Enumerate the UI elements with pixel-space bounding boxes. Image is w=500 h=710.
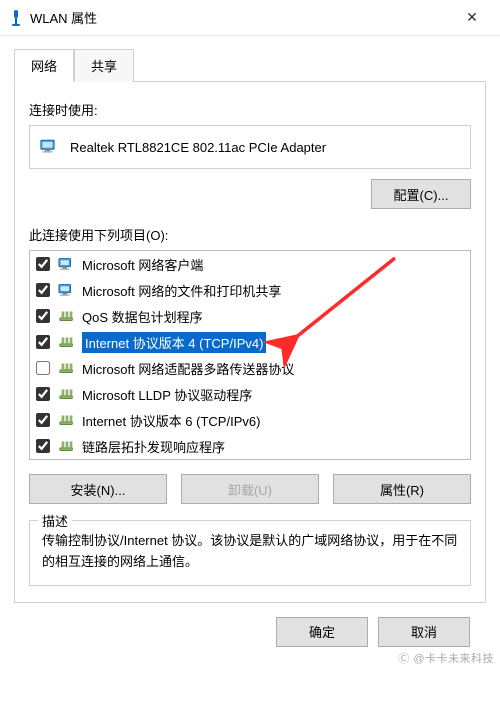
- monitor-icon: [58, 256, 76, 272]
- uninstall-button: 卸载(U): [181, 474, 319, 504]
- connect-using-label: 连接时使用:: [29, 100, 471, 119]
- network-items-listbox[interactable]: Microsoft 网络客户端 Microsoft 网络的文件和打印机共享 QoS …: [29, 250, 471, 460]
- install-button[interactable]: 安装(N)...: [29, 474, 167, 504]
- item-label: Microsoft 网络适配器多路传送器协议: [82, 359, 294, 378]
- list-item[interactable]: Microsoft 网络的文件和打印机共享: [30, 277, 470, 303]
- item-label: Internet 协议版本 4 (TCP/IPv4): [82, 332, 266, 353]
- list-item[interactable]: 链路层拓扑发现响应程序: [30, 433, 470, 459]
- tab-share[interactable]: 共享: [74, 49, 134, 82]
- description-fieldset: 描述 传输控制协议/Internet 协议。该协议是默认的广域网络协议，用于在不…: [29, 520, 471, 586]
- list-item[interactable]: Microsoft 网络适配器多路传送器协议: [30, 355, 470, 381]
- network-plug-icon: [58, 360, 76, 376]
- network-plug-icon: [58, 438, 76, 454]
- dialog-body: 网络 共享 连接时使用: Realtek RTL8821CE 802.11ac …: [0, 36, 500, 647]
- item-checkbox[interactable]: [36, 283, 50, 297]
- app-icon: [8, 8, 24, 28]
- monitor-icon: [58, 282, 76, 298]
- window-close-button[interactable]: ✕: [452, 0, 492, 35]
- adapter-name: Realtek RTL8821CE 802.11ac PCIe Adapter: [70, 140, 326, 155]
- item-checkbox[interactable]: [36, 439, 50, 453]
- item-checkbox[interactable]: [36, 335, 50, 349]
- adapter-box: Realtek RTL8821CE 802.11ac PCIe Adapter: [29, 125, 471, 169]
- item-label: QoS 数据包计划程序: [82, 307, 203, 326]
- item-checkbox[interactable]: [36, 361, 50, 375]
- network-items-scroll[interactable]: Microsoft 网络客户端 Microsoft 网络的文件和打印机共享 QoS …: [30, 251, 470, 459]
- adapter-icon: [40, 137, 60, 158]
- item-checkbox[interactable]: [36, 413, 50, 427]
- tab-panel-network: 连接时使用: Realtek RTL8821CE 802.11ac PCIe A…: [14, 82, 486, 603]
- window-title: WLAN 属性: [30, 8, 452, 27]
- items-list-label: 此连接使用下列项目(O):: [29, 225, 471, 244]
- properties-button[interactable]: 属性(R): [333, 474, 471, 504]
- list-item[interactable]: QoS 数据包计划程序: [30, 303, 470, 329]
- network-plug-icon: [58, 334, 76, 350]
- list-item[interactable]: Microsoft 网络客户端: [30, 251, 470, 277]
- item-label: Internet 协议版本 6 (TCP/IPv6): [82, 411, 260, 430]
- item-checkbox[interactable]: [36, 309, 50, 323]
- configure-button[interactable]: 配置(C)...: [371, 179, 471, 209]
- network-plug-icon: [58, 308, 76, 324]
- title-bar: WLAN 属性 ✕: [0, 0, 500, 36]
- tab-network[interactable]: 网络: [14, 49, 74, 82]
- item-label: Microsoft LLDP 协议驱动程序: [82, 385, 252, 404]
- item-label: 链路层拓扑发现响应程序: [82, 437, 225, 456]
- dialog-footer: 确定 取消: [14, 603, 486, 647]
- network-plug-icon: [58, 412, 76, 428]
- tab-strip: 网络 共享: [14, 48, 486, 82]
- item-checkbox[interactable]: [36, 257, 50, 271]
- description-legend: 描述: [38, 511, 72, 530]
- watermark: Ⓒ @卡卡未来科技: [398, 650, 494, 666]
- list-item[interactable]: Microsoft LLDP 协议驱动程序: [30, 381, 470, 407]
- list-item[interactable]: Internet 协议版本 6 (TCP/IPv6): [30, 407, 470, 433]
- list-item[interactable]: Internet 协议版本 4 (TCP/IPv4): [30, 329, 470, 355]
- description-text: 传输控制协议/Internet 协议。该协议是默认的广域网络协议，用于在不同的相…: [42, 531, 458, 573]
- item-label: Microsoft 网络的文件和打印机共享: [82, 281, 281, 300]
- network-plug-icon: [58, 386, 76, 402]
- item-label: Microsoft 网络客户端: [82, 255, 203, 274]
- ok-button[interactable]: 确定: [276, 617, 368, 647]
- item-checkbox[interactable]: [36, 387, 50, 401]
- cancel-button[interactable]: 取消: [378, 617, 470, 647]
